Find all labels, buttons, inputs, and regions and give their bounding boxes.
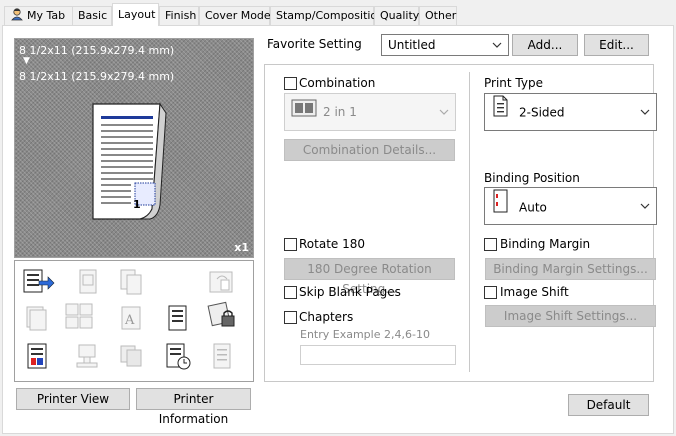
color-document-icon[interactable] [21, 341, 55, 371]
chevron-down-icon [640, 188, 650, 240]
chapters-input[interactable] [300, 345, 456, 365]
stack-pages-icon[interactable] [21, 303, 55, 333]
binding-margin-settings-button[interactable]: Binding Margin Settings... [485, 258, 656, 280]
top-divider [264, 64, 654, 65]
binding-position-value: Auto [519, 200, 547, 215]
font-text-icon[interactable]: A [115, 303, 149, 333]
tab-cover-mode[interactable]: Cover Mode [199, 6, 271, 25]
paper-size-output: 8 1/2x11 (215.9x279.4 mm) [19, 70, 175, 83]
function-icon-panel: A [14, 260, 254, 382]
binding-margin-label: Binding Margin [500, 237, 591, 251]
image-shift-label: Image Shift [500, 285, 569, 299]
chevron-down-icon [640, 94, 650, 146]
combination-details-button[interactable]: Combination Details... [284, 139, 455, 161]
secure-print-icon[interactable] [205, 301, 239, 331]
combination-checkbox[interactable] [284, 77, 297, 90]
favorite-setting-label: Favorite Setting [267, 37, 362, 51]
favorite-setting-dropdown[interactable]: Untitled [381, 34, 509, 56]
overlay-icon[interactable] [115, 341, 149, 371]
copies-count: x1 [234, 241, 249, 254]
svg-text:A: A [124, 313, 135, 328]
booklet-icon[interactable] [71, 267, 105, 297]
stamp-icon[interactable] [71, 341, 105, 371]
chapters-checkbox[interactable] [284, 311, 297, 324]
rotate-180-checkbox[interactable] [284, 238, 297, 251]
rotate-pages-icon[interactable] [205, 267, 239, 297]
page-preview-icon [92, 102, 167, 220]
image-shift-checkbox[interactable] [484, 286, 497, 299]
left-divider [264, 64, 265, 382]
chapters-label: Chapters [299, 310, 354, 324]
user-icon [10, 7, 24, 21]
default-button[interactable]: Default [568, 394, 649, 416]
page-number: 1 [133, 198, 141, 211]
edit-favorite-button[interactable]: Edit... [584, 34, 649, 56]
two-in-one-icon [291, 95, 317, 131]
tab-my-tab[interactable]: My Tab [4, 6, 73, 25]
add-favorite-button[interactable]: Add... [512, 34, 578, 56]
tab-bar: My Tab Basic Layout Finish Cover Mode St… [0, 0, 676, 26]
tab-basic[interactable]: Basic [72, 6, 112, 25]
binding-position-label: Binding Position [484, 171, 580, 185]
image-shift-settings-button[interactable]: Image Shift Settings... [485, 305, 656, 327]
chevron-down-icon [492, 35, 502, 63]
print-type-dropdown[interactable]: 2-Sided [484, 93, 657, 131]
schedule-document-icon[interactable] [161, 341, 195, 371]
printer-information-button[interactable]: Printer Information [136, 388, 251, 426]
poster-mode-icon[interactable] [63, 301, 97, 331]
combination-label: Combination [299, 76, 376, 90]
column-divider [469, 72, 470, 372]
combination-dropdown[interactable]: 2 in 1 [284, 93, 456, 131]
two-sided-icon [491, 94, 509, 132]
printer-view-button[interactable]: Printer View [16, 388, 130, 410]
rotation-setting-button[interactable]: 180 Degree Rotation Setting... [284, 258, 455, 296]
rotate-180-label: Rotate 180 [299, 237, 366, 251]
page-list-icon[interactable] [205, 341, 239, 371]
multiple-pages-icon[interactable] [115, 267, 149, 297]
document-text-icon[interactable] [161, 303, 195, 333]
paper-size-original: 8 1/2x11 (215.9x279.4 mm) [19, 44, 175, 57]
chapters-hint: Entry Example 2,4,6-10 [300, 328, 430, 341]
binding-position-dropdown[interactable]: Auto [484, 187, 657, 225]
print-type-label: Print Type [484, 76, 543, 90]
binding-margin-checkbox[interactable] [484, 238, 497, 251]
skip-blank-pages-checkbox[interactable] [284, 286, 297, 299]
arrow-down-icon: ▼ [23, 56, 30, 66]
tab-quality[interactable]: Quality [374, 6, 419, 25]
print-type-value: 2-Sided [519, 105, 565, 120]
tab-stamp-composition[interactable]: Stamp/Composition [270, 6, 384, 25]
bottom-divider [264, 381, 654, 382]
layout-function-icon[interactable] [21, 267, 55, 297]
print-preview: 8 1/2x11 (215.9x279.4 mm) ▼ 8 1/2x11 (21… [14, 38, 254, 258]
combination-value: 2 in 1 [323, 105, 357, 119]
tab-finish[interactable]: Finish [159, 6, 199, 25]
tab-other[interactable]: Other [419, 6, 457, 25]
tab-layout[interactable]: Layout [112, 3, 159, 26]
binding-left-icon [491, 188, 509, 228]
favorite-setting-value: Untitled [388, 38, 436, 52]
skip-blank-pages-label: Skip Blank Pages [299, 285, 401, 299]
